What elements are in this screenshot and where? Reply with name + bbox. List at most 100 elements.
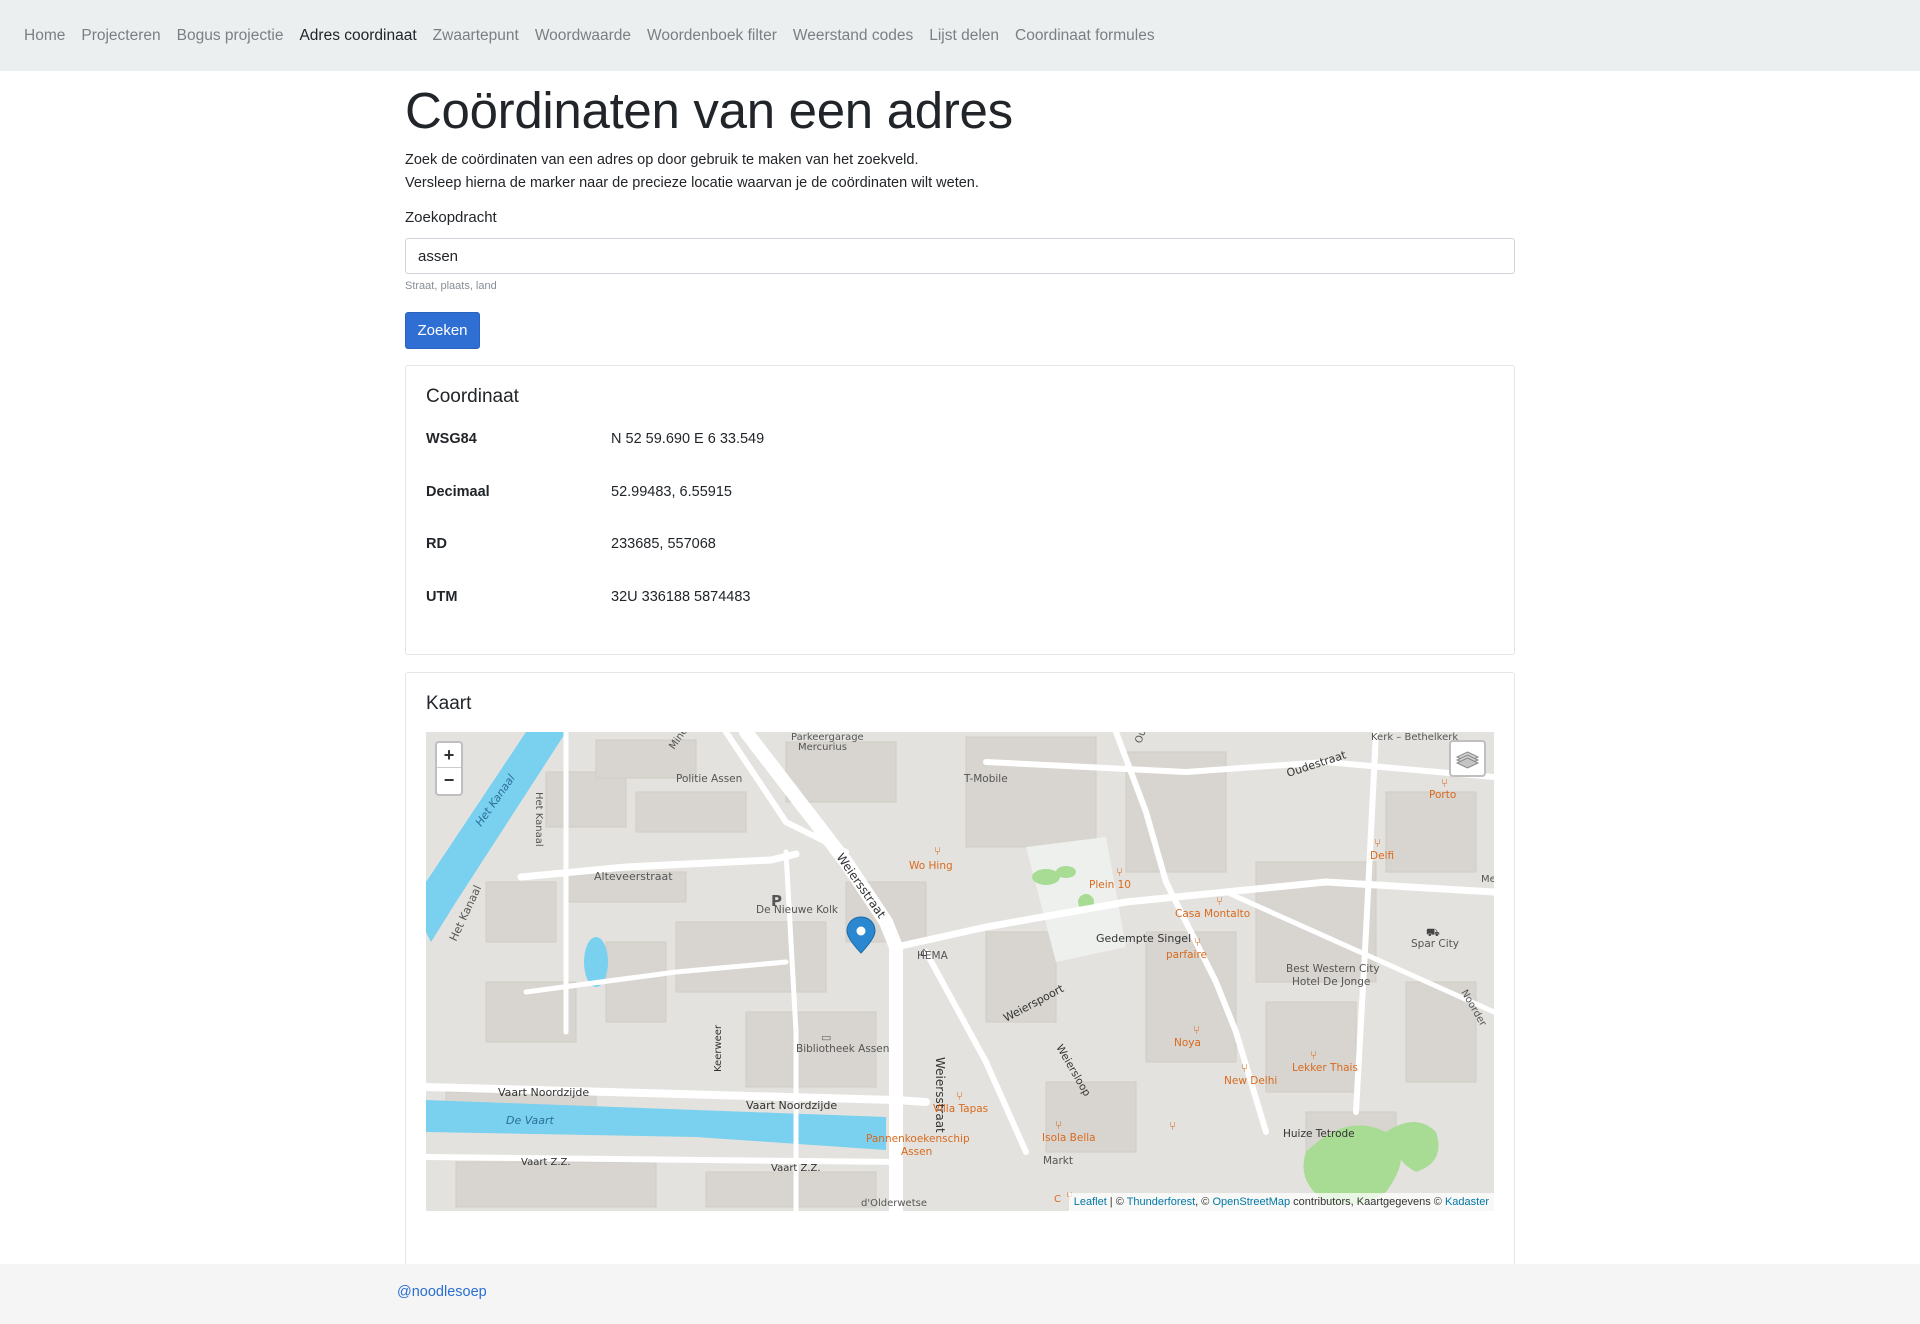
- map-label-t-mobile: T-Mobile: [963, 773, 1008, 785]
- map-poi-lekker-thais: Lekker Thais: [1292, 1062, 1358, 1074]
- map-poi-new-delhi: New Delhi: [1224, 1075, 1277, 1087]
- coordinate-value: 233685, 557068: [611, 536, 716, 552]
- nav-link-adres-coordinaat[interactable]: Adres coordinaat: [299, 27, 416, 45]
- map-label-me: Me: [1481, 874, 1494, 885]
- coordinate-card: Coordinaat WSG84 N 52 59.690 E 6 33.549 …: [405, 365, 1515, 655]
- kadaster-link[interactable]: Kadaster: [1445, 1196, 1489, 1208]
- map-card-title: Kaart: [426, 693, 472, 714]
- coordinate-value: N 52 59.690 E 6 33.549: [611, 431, 765, 447]
- map-label-olderwetse: d'Olderwetse: [861, 1198, 927, 1209]
- svg-text:⑂: ⑂: [1241, 1061, 1248, 1075]
- nav-link-woordwaarde[interactable]: Woordwaarde: [535, 27, 631, 45]
- svg-text:▭: ▭: [821, 1031, 831, 1044]
- map-label-vaart-zz: Vaart Z.Z.: [771, 1163, 821, 1174]
- map-label-hema: HEMA: [917, 950, 949, 962]
- zoom-control: + −: [435, 741, 463, 796]
- attribution-text: , ©: [1195, 1196, 1213, 1208]
- svg-text:⑂: ⑂: [1194, 935, 1201, 949]
- zoom-in-button[interactable]: +: [437, 743, 461, 768]
- openstreetmap-link[interactable]: OpenStreetMap: [1212, 1196, 1290, 1208]
- coordinate-label: UTM: [426, 589, 458, 605]
- coordinate-value: 32U 336188 5874483: [611, 589, 751, 605]
- map-poi-parfaire: parfaire: [1166, 949, 1207, 961]
- map-poi-c: C: [1054, 1194, 1061, 1205]
- map-label-gedempte-singel: Gedempte Singel: [1096, 932, 1191, 945]
- map-label-keerweer: Keerweer: [713, 1024, 724, 1072]
- map-label-vaart-noordzijde: Vaart Noordzijde: [746, 1099, 837, 1112]
- layers-icon: [1455, 751, 1480, 769]
- footer-author-link[interactable]: @noodlesoep: [397, 1284, 487, 1300]
- attribution-text: | ©: [1106, 1196, 1127, 1208]
- nav-link-zwaartepunt[interactable]: Zwaartepunt: [433, 27, 519, 45]
- map-label-vaart-noordzijde: Vaart Noordzijde: [498, 1086, 589, 1099]
- nav-link-home[interactable]: Home: [24, 27, 65, 45]
- top-navigation: Home Projecteren Bogus projectie Adres c…: [0, 0, 1920, 71]
- svg-text:⑂: ⑂: [1169, 1119, 1176, 1133]
- search-label: Zoekopdracht: [405, 209, 497, 226]
- thunderforest-link[interactable]: Thunderforest: [1127, 1196, 1195, 1208]
- map-label-best-western: Best Western City: [1286, 963, 1380, 975]
- svg-text:⑂: ⑂: [1310, 1048, 1317, 1062]
- svg-text:⑂: ⑂: [1116, 865, 1123, 879]
- zoom-out-button[interactable]: −: [437, 768, 461, 793]
- map-label-mercurius: Mercurius: [798, 742, 847, 753]
- map-poi-porto: Porto: [1429, 789, 1456, 801]
- nav-link-bogus-projectie[interactable]: Bogus projectie: [177, 27, 284, 45]
- svg-text:⑂: ⑂: [1216, 894, 1223, 908]
- map-poi-villa-tapas: Villa Tapas: [933, 1103, 988, 1115]
- svg-text:⑂: ⑂: [1055, 1118, 1062, 1132]
- layers-button[interactable]: [1449, 740, 1486, 777]
- coordinate-label: RD: [426, 536, 447, 552]
- map-poi-wo-hing: Wo Hing: [909, 860, 953, 872]
- coordinate-label: Decimaal: [426, 484, 490, 500]
- map-label-weiersstraat: Weiersstraat: [933, 1057, 947, 1133]
- map-poi-isola-bella: Isola Bella: [1042, 1132, 1096, 1144]
- map-poi-delfi: Delfi: [1370, 850, 1394, 862]
- map-label-best-western: Hotel De Jonge: [1292, 976, 1370, 988]
- map-label-alteveerstraat: Alteveerstraat: [594, 870, 673, 883]
- map-label-nieuwe-kolk: De Nieuwe Kolk: [756, 904, 839, 916]
- attribution-text: contributors, Kaartgegevens ©: [1290, 1196, 1445, 1208]
- map-label-vaart-zz: Vaart Z.Z.: [521, 1157, 571, 1168]
- map-label-markt: Markt: [1043, 1155, 1073, 1167]
- intro-line: Zoek de coördinaten van een adres op doo…: [405, 152, 919, 168]
- intro-line: Versleep hierna de marker naar de precie…: [405, 175, 979, 191]
- search-hint: Straat, plaats, land: [405, 280, 497, 292]
- map-poi-casa-montalto: Casa Montalto: [1175, 908, 1250, 920]
- map-label-de-vaart: De Vaart: [506, 1114, 555, 1127]
- svg-text:⑂: ⑂: [956, 1089, 963, 1103]
- search-button[interactable]: Zoeken: [405, 312, 480, 349]
- nav-link-woordenboek-filter[interactable]: Woordenboek filter: [647, 27, 777, 45]
- map-poi-noya: Noya: [1174, 1037, 1201, 1049]
- coordinate-card-title: Coordinaat: [426, 386, 519, 407]
- nav-link-coordinaat-formules[interactable]: Coordinaat formules: [1015, 27, 1155, 45]
- nav-link-projecteren[interactable]: Projecteren: [81, 27, 160, 45]
- map-label-kerk: Kerk – Bethelkerk: [1371, 732, 1458, 743]
- page-title: Coördinaten van een adres: [405, 82, 1013, 139]
- svg-text:⑂: ⑂: [1441, 776, 1448, 790]
- page-footer: @noodlesoep: [0, 1264, 1920, 1324]
- coordinate-value: 52.99483, 6.55915: [611, 484, 732, 500]
- map-parking-icon: P: [771, 892, 782, 910]
- map-card: Kaart Het Kanaal Het Kanaal Het Kanaal A…: [405, 672, 1515, 1318]
- nav-link-lijst-delen[interactable]: Lijst delen: [929, 27, 999, 45]
- svg-text:⑂: ⑂: [1374, 836, 1381, 850]
- map-label-spar-city: Spar City: [1411, 938, 1459, 950]
- svg-text:⛟: ⛟: [1426, 926, 1440, 939]
- page-intro: Zoek de coördinaten van een adres op doo…: [405, 149, 979, 195]
- map-label-huize-tetrode: Huize Tetrode: [1283, 1128, 1355, 1140]
- map-attribution: Leaflet | © Thunderforest, © OpenStreetM…: [1068, 1193, 1494, 1211]
- map-poi-pannenkoekenschip: Assen: [901, 1146, 932, 1158]
- coordinate-label: WSG84: [426, 431, 477, 447]
- map-label-het-kanaal: Het Kanaal: [533, 792, 544, 847]
- map-label-politie-assen: Politie Assen: [676, 773, 742, 785]
- map-poi-pannenkoekenschip: Pannenkoekenschip: [866, 1133, 970, 1145]
- svg-text:⑂: ⑂: [934, 844, 941, 858]
- map-poi-plein-10: Plein 10: [1089, 879, 1131, 891]
- leaflet-link[interactable]: Leaflet: [1074, 1196, 1107, 1208]
- svg-text:⑂: ⑂: [1193, 1023, 1200, 1037]
- search-input[interactable]: [405, 238, 1515, 274]
- map-view[interactable]: Het Kanaal Het Kanaal Het Kanaal Altevee…: [426, 732, 1494, 1211]
- map-tiles: Het Kanaal Het Kanaal Het Kanaal Altevee…: [426, 732, 1494, 1211]
- nav-link-weerstand-codes[interactable]: Weerstand codes: [793, 27, 913, 45]
